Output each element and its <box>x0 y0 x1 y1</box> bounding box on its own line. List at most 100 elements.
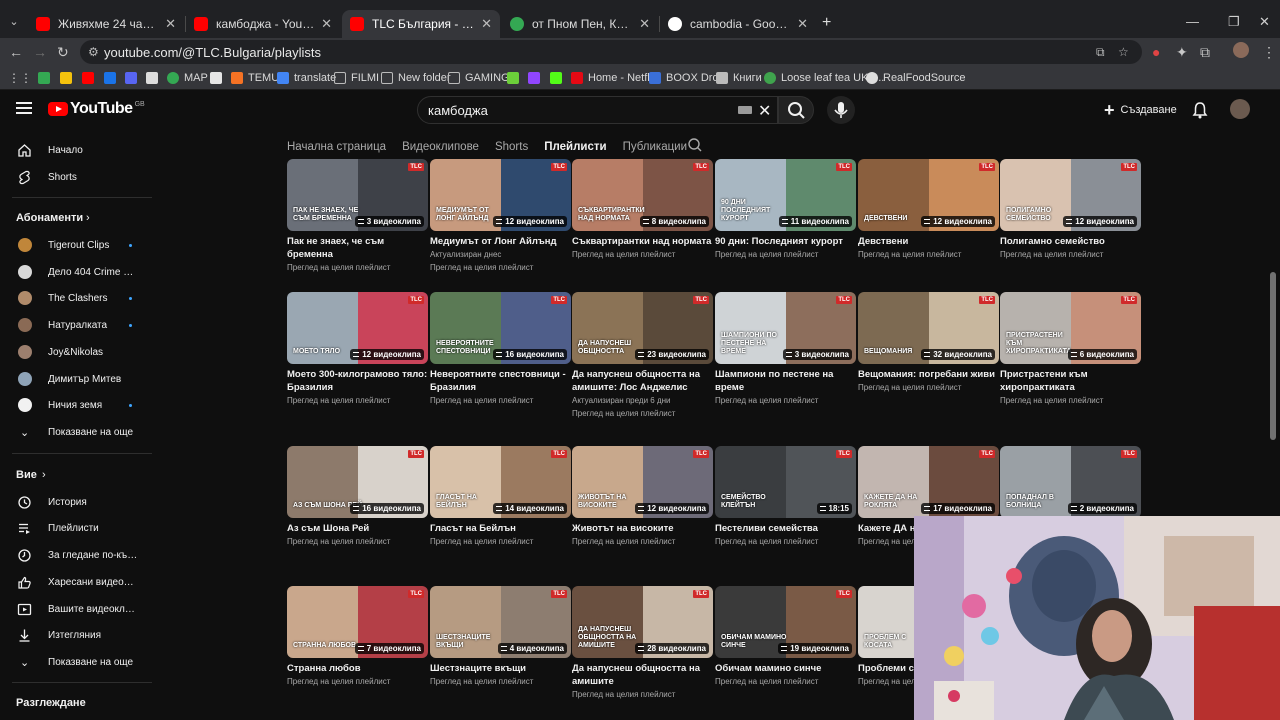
playlist-title[interactable]: Медиумът от Лонг Айлънд <box>430 235 571 248</box>
browser-tab[interactable]: камбоджа - YouTube ✕ <box>186 12 340 36</box>
playlist-thumbnail[interactable]: TLC АЗ СЪМ ШОНА РЕЙ 16 видеоклипа <box>287 446 428 518</box>
bookmark-item[interactable] <box>210 70 227 86</box>
address-bar[interactable]: ⚙ youtube.com/@TLC.Bulgaria/playlists ⧉ … <box>80 40 1142 64</box>
view-full-playlist-link[interactable]: Преглед на целия плейлист <box>1000 248 1141 261</box>
bookmark-item[interactable] <box>528 70 545 86</box>
playlist-title[interactable]: Девствени <box>858 235 999 248</box>
browser-tab-active[interactable]: TLC България - YouTube ✕ <box>342 10 500 38</box>
view-full-playlist-link[interactable]: Преглед на целия плейлист <box>430 261 571 274</box>
view-full-playlist-link[interactable]: Преглед на целия плейлист <box>715 248 856 261</box>
show-more-subscriptions[interactable]: ⌄ Показване на още <box>0 419 155 445</box>
view-full-playlist-link[interactable]: Преглед на целия плейлист <box>572 407 713 420</box>
playlist-thumbnail[interactable]: TLC ШАМПИОНИ ПО ПЕСТЕНЕ НА ВРЕМЕ 3 видеокл… <box>715 292 856 364</box>
playlist-title[interactable]: Шестзнаците вкъщи <box>430 662 571 675</box>
playlist-card[interactable]: TLC МОЕТО ТЯЛО 12 видеоклипа Моето 300-кило… <box>287 292 428 407</box>
playlist-card[interactable]: TLC НЕВЕРОЯТНИТЕ СПЕСТОВНИЦИ 16 видеоклипа… <box>430 292 571 407</box>
create-button[interactable]: + Създаване <box>1098 97 1183 123</box>
bookmark-item[interactable]: TEMU <box>231 70 279 86</box>
view-full-playlist-link[interactable]: Преглед на целия плейлист <box>572 535 713 548</box>
view-full-playlist-link[interactable]: Преглед на целия плейлист <box>1000 394 1141 407</box>
playlist-thumbnail[interactable]: TLC СЕМЕЙСТВО КЛЕЙТЪН 18:15 <box>715 446 856 518</box>
playlist-title[interactable]: Съквартирантки над нормата <box>572 235 713 248</box>
bookmark-item[interactable] <box>146 70 163 86</box>
extensions-puzzle-icon[interactable]: ⧉ <box>1200 44 1210 60</box>
subscription-item[interactable]: The Clashers <box>0 285 155 311</box>
bookmark-item[interactable]: Книги <box>716 70 762 86</box>
playlist-card[interactable]: TLC ДЕВСТВЕНИ 12 видеоклипа Девствени Прегле… <box>858 159 999 261</box>
keyboard-icon[interactable] <box>738 106 752 114</box>
playlist-thumbnail[interactable]: TLC ВЕЩОМАНИЯ 32 видеоклипа <box>858 292 999 364</box>
clear-search-icon[interactable]: ✕ <box>758 101 771 121</box>
playlist-thumbnail[interactable]: TLC ДЕВСТВЕНИ 12 видеоклипа <box>858 159 999 231</box>
view-full-playlist-link[interactable]: Преглед на целия плейлист <box>715 394 856 407</box>
bookmark-item[interactable] <box>507 70 524 86</box>
sidebar-item-shorts[interactable]: Shorts <box>0 164 155 190</box>
close-tab-icon[interactable]: ✕ <box>321 16 332 32</box>
bookmark-item[interactable]: Home - Netflix <box>571 70 658 86</box>
playlist-thumbnail[interactable]: TLC СТРАННА ЛЮБОВ 7 видеоклипа <box>287 586 428 658</box>
view-full-playlist-link[interactable]: Преглед на целия плейлист <box>430 535 571 548</box>
view-full-playlist-link[interactable]: Преглед на целия плейлист <box>715 535 856 548</box>
view-full-playlist-link[interactable]: Преглед на целия плейлист <box>287 535 428 548</box>
new-tab-icon[interactable]: + <box>822 14 831 32</box>
view-full-playlist-link[interactable]: Преглед на целия плейлист <box>287 394 428 407</box>
bookmark-item[interactable]: BOOX Drop <box>649 70 725 86</box>
playlist-thumbnail[interactable]: TLC ШЕСТЗНАЦИТЕ ВКЪЩИ 4 видеоклипа <box>430 586 571 658</box>
sidebar-item-home[interactable]: Начало <box>0 137 155 163</box>
subscription-item[interactable]: Ничия земя <box>0 392 155 418</box>
notifications-bell-icon[interactable] <box>1192 101 1208 124</box>
scrollbar-thumb[interactable] <box>1270 272 1276 440</box>
sidebar-item-playlists[interactable]: Плейлисти <box>0 515 155 541</box>
playlist-thumbnail[interactable]: TLC КАЖЕТЕ ДА НА РОКЛЯТА 17 видеоклипа <box>858 446 999 518</box>
playlist-thumbnail[interactable]: TLC ЖИВОТЪТ НА ВИСОКИТЕ 12 видеоклипа <box>572 446 713 518</box>
playlist-title[interactable]: 90 дни: Последният курорт <box>715 235 856 248</box>
playlist-title[interactable]: Пестеливи семейства <box>715 522 856 535</box>
view-full-playlist-link[interactable]: Преглед на целия плейлист <box>572 248 713 261</box>
site-info-icon[interactable]: ⚙ <box>88 45 99 59</box>
playlist-thumbnail[interactable]: TLC ГЛАСЪТ НА БЕЙЛЪН 14 видеоклипа <box>430 446 571 518</box>
menu-icon[interactable] <box>16 102 32 114</box>
playlist-card[interactable]: TLC ЖИВОТЪТ НА ВИСОКИТЕ 12 видеоклипа Живот… <box>572 446 713 548</box>
tab-shorts[interactable]: Shorts <box>495 141 528 153</box>
playlist-title[interactable]: Аз съм Шона Рей <box>287 522 428 535</box>
subscription-item[interactable]: Димитър Митев <box>0 366 155 392</box>
playlist-card[interactable]: TLC ПОЛИГАМНО СЕМЕЙСТВО 12 видеоклипа Полиг… <box>1000 159 1141 261</box>
show-more-you[interactable]: ⌄ Показване на още <box>0 649 155 675</box>
bookmark-item[interactable] <box>125 70 142 86</box>
playlist-thumbnail[interactable]: TLC ПОЛИГАМНО СЕМЕЙСТВО 12 видеоклипа <box>1000 159 1141 231</box>
bookmark-item[interactable] <box>60 70 77 86</box>
subscription-item[interactable]: Tigerout Clips <box>0 232 155 258</box>
view-full-playlist-link[interactable]: Преглед на целия плейлист <box>430 394 571 407</box>
playlist-card[interactable]: TLC ШЕСТЗНАЦИТЕ ВКЪЩИ 4 видеоклипа Шестзнац… <box>430 586 571 688</box>
playlist-title[interactable]: Полигамно семейство <box>1000 235 1141 248</box>
playlist-title[interactable]: Да напуснеш общността на амишите <box>572 662 713 688</box>
playlist-title[interactable]: Да напуснеш общността на амишите: Лос Ан… <box>572 368 713 394</box>
playlist-thumbnail[interactable]: TLC СЪКВАРТИРАНТКИ НАД НОРМАТА 8 видеоклип… <box>572 159 713 231</box>
view-full-playlist-link[interactable]: Преглед на целия плейлист <box>572 688 713 701</box>
extension-icon[interactable]: ✦ <box>1176 44 1188 60</box>
you-heading[interactable]: Вие › <box>0 462 155 488</box>
reload-icon[interactable]: ↻ <box>57 44 69 60</box>
subscription-item[interactable]: Натуралката <box>0 312 155 338</box>
playlist-title[interactable]: Пак не знаех, че съм бременна <box>287 235 428 261</box>
tab-posts[interactable]: Публикации <box>623 141 687 153</box>
bookmark-item[interactable]: RealFoodSource <box>866 70 966 86</box>
playlist-card[interactable]: TLC ПАК НЕ ЗНАЕХ, ЧЕ СЪМ БРЕМЕННА 3 видеок… <box>287 159 428 274</box>
back-icon[interactable]: ← <box>9 44 23 60</box>
minimize-icon[interactable]: — <box>1186 14 1199 29</box>
profile-avatar[interactable] <box>1233 42 1249 58</box>
view-full-playlist-link[interactable]: Преглед на целия плейлист <box>430 675 571 688</box>
bookmark-star-icon[interactable]: ☆ <box>1118 45 1129 59</box>
playlist-thumbnail[interactable]: TLC 90 ДНИ ПОСЛЕДНИЯТ КУРОРТ 11 видеоклипа <box>715 159 856 231</box>
bookmark-folder[interactable]: FILMI <box>334 70 379 86</box>
playlist-card[interactable]: TLC СТРАННА ЛЮБОВ 7 видеоклипа Странна любо… <box>287 586 428 688</box>
view-full-playlist-link[interactable]: Преглед на целия плейлист <box>287 675 428 688</box>
playlist-title[interactable]: Странна любов <box>287 662 428 675</box>
subscriptions-heading[interactable]: Абонаменти › <box>0 205 155 231</box>
search-input[interactable]: камбоджа ✕ <box>417 96 778 124</box>
apps-grid-icon[interactable]: ⋮⋮ <box>8 70 32 86</box>
bookmark-item[interactable] <box>104 70 121 86</box>
subscription-item[interactable]: Joy&Nikolas <box>0 339 155 365</box>
install-app-icon[interactable]: ⧉ <box>1096 45 1105 60</box>
search-button[interactable] <box>778 96 814 124</box>
